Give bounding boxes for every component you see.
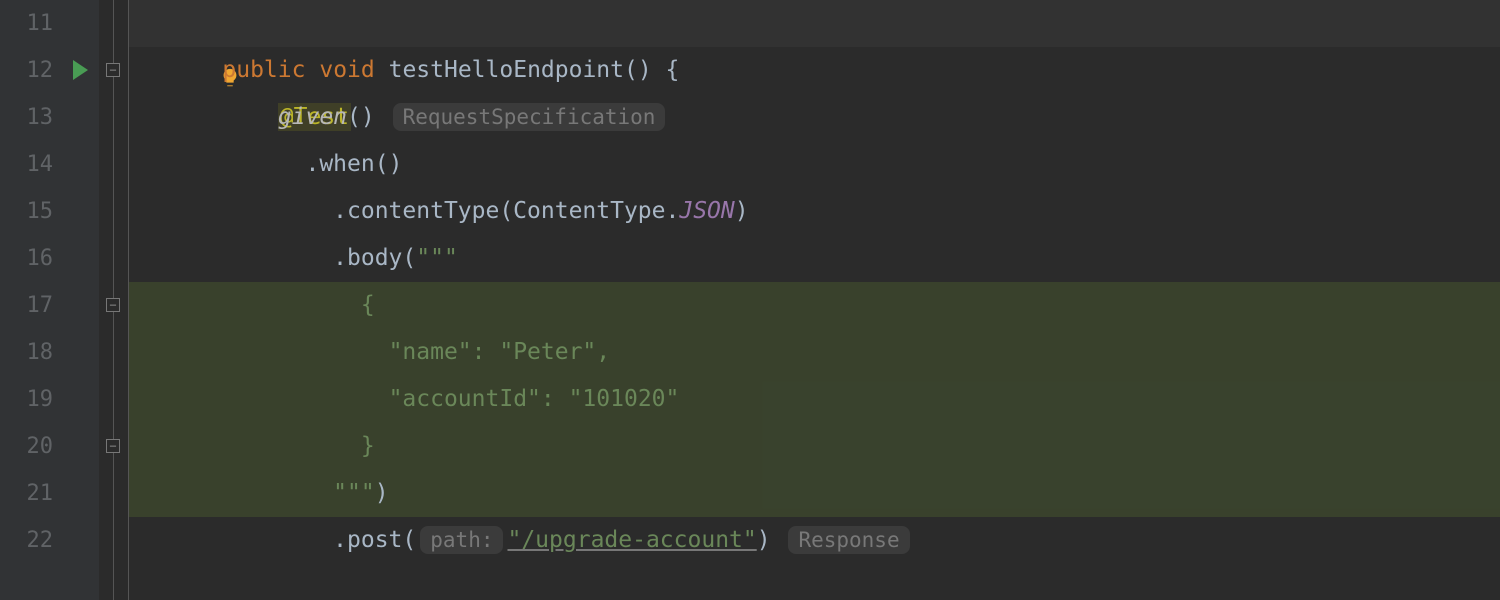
line-number: 16 <box>0 235 53 282</box>
constant-json: JSON <box>679 198 734 224</box>
line-number: 18 <box>0 329 53 376</box>
given-call: given <box>278 104 347 130</box>
chain-contenttype: .contentType(ContentType. <box>333 198 679 224</box>
line-number: 11 <box>0 0 53 47</box>
line-number: 17 <box>0 282 53 329</box>
chain-when: .when() <box>305 151 402 177</box>
close-paren: ) <box>735 198 749 224</box>
line-number: 22 <box>0 517 53 564</box>
post-path-arg: "/upgrade-account" <box>507 527 756 553</box>
line-number: 13 <box>0 94 53 141</box>
line-number: 20 <box>0 423 53 470</box>
line-number-gutter: 11 12 13 14 15 16 17 18 19 20 21 22 <box>0 0 63 600</box>
json-close-brace: } <box>361 433 375 459</box>
inlay-hint-type: RequestSpecification <box>393 103 666 131</box>
run-test-icon[interactable] <box>73 60 88 80</box>
inlay-hint-param: path: <box>420 526 503 554</box>
method-name: testHelloEndpoint <box>389 57 624 83</box>
line-number: 14 <box>0 141 53 188</box>
close-paren: ) <box>757 527 771 553</box>
json-open-brace: { <box>361 292 375 318</box>
fold-toggle-icon[interactable]: − <box>106 439 120 453</box>
inlay-hint-type: Response <box>788 526 909 554</box>
textblock-close: """ <box>333 480 375 506</box>
json-line-name: "name": "Peter", <box>361 339 610 365</box>
line-number: 15 <box>0 188 53 235</box>
line-number: 19 <box>0 376 53 423</box>
fold-toggle-icon[interactable]: − <box>106 298 120 312</box>
fold-gutter: − − − <box>99 0 129 600</box>
json-line-accountid: "accountId": "101020" <box>361 386 680 412</box>
fold-toggle-icon[interactable]: − <box>106 63 120 77</box>
keyword-public: public <box>222 57 305 83</box>
code-editor[interactable]: @Test public void testHelloEndpoint() { … <box>129 0 1500 600</box>
lightbulb-icon[interactable] <box>136 12 158 34</box>
chain-post: .post( <box>333 527 416 553</box>
line-number: 12 <box>0 47 53 94</box>
keyword-void: void <box>319 57 374 83</box>
chain-body-open: .body(""" <box>333 245 458 271</box>
line-number: 21 <box>0 470 53 517</box>
parens: () <box>347 104 375 130</box>
run-gutter <box>63 0 99 600</box>
method-parens: () { <box>624 57 679 83</box>
